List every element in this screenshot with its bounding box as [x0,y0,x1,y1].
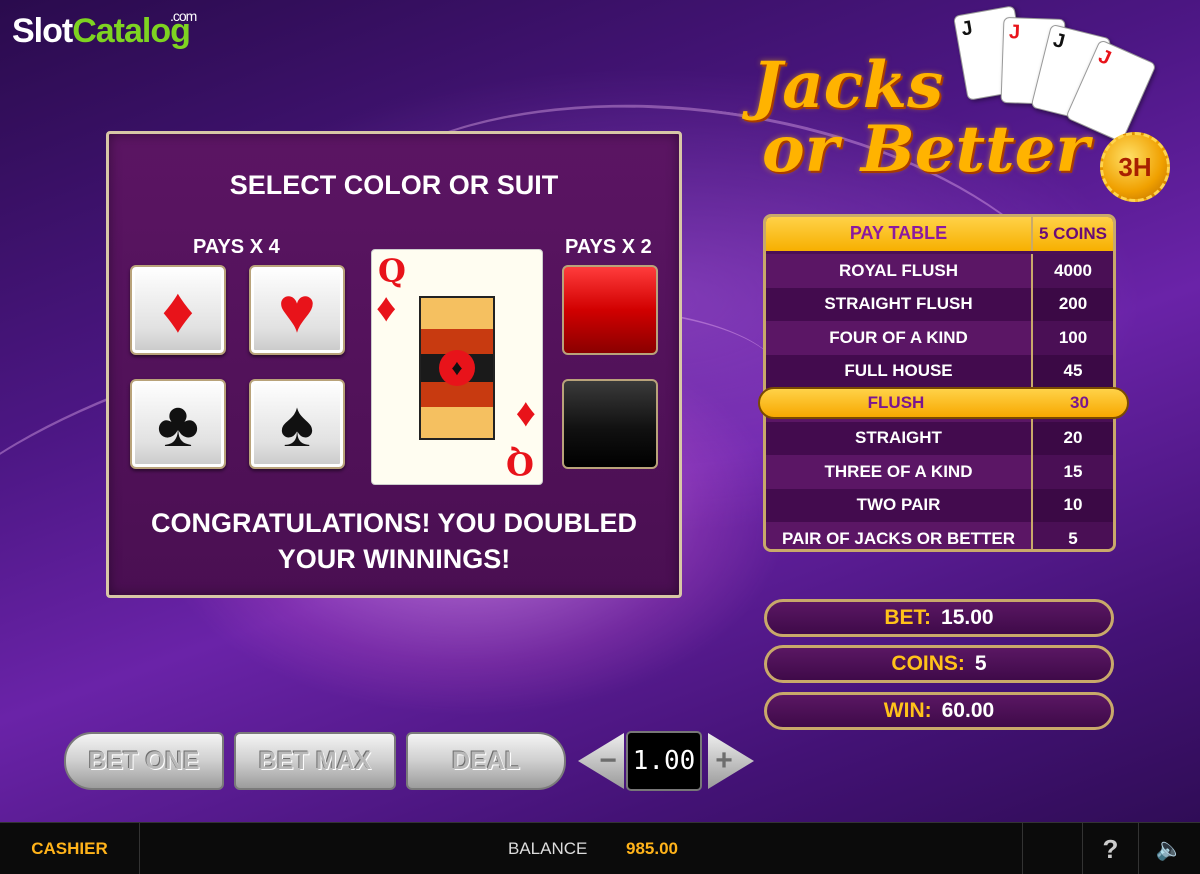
win-message: CONGRATULATIONS! YOU DOUBLED YOUR WINNIN… [109,505,679,577]
coins-value: 5 [974,652,987,675]
gamble-card: Q ♦ ♦ ♦ Q [371,249,543,485]
diamond-icon: ♦ [161,274,195,346]
pay-table-header-coins: 5 COINS [1031,217,1113,251]
win-label: WIN: [883,699,932,722]
bet-label: BET: [884,606,932,629]
help-button[interactable]: ? [1082,823,1138,874]
hand-name: TWO PAIR [766,488,1031,522]
bet-max-button[interactable]: BET MAX [234,732,396,790]
diamond-icon: ♦ [439,350,475,386]
pay-table-header-hand: PAY TABLE [766,217,1031,251]
pay-table-row: STRAIGHT 20 [766,421,1113,455]
game-logo: J J J J Jacks or Better 3H [752,5,1172,210]
pay-table-row: TWO PAIR 10 [766,488,1113,522]
card-rank-top: Q [378,252,406,290]
hand-payout: 5 [1031,522,1113,549]
black-color-button[interactable] [562,379,658,469]
game-badge: 3H [1100,132,1170,202]
hand-payout: 20 [1031,421,1113,455]
club-suit-button[interactable]: ♣ [130,379,226,469]
heart-icon: ♥ [278,274,316,346]
hand-payout: 100 [1031,321,1113,355]
gamble-title: SELECT COLOR OR SUIT [229,170,559,200]
hand-name: STRAIGHT [766,421,1031,455]
card-pip-top: ♦ [376,286,397,330]
balance-value: 985.00 [626,839,678,858]
cashier-button[interactable]: CASHIER [0,823,140,874]
spade-suit-button[interactable]: ♠ [249,379,345,469]
pay-table-row: FOUR OF A KIND 100 [766,321,1113,355]
pay-table-row: THREE OF A KIND 15 [766,455,1113,489]
win-display: WIN: 60.00 [764,692,1114,730]
hand-name: THREE OF A KIND [766,455,1031,489]
pay-table-highlight-row: FLUSH 30 [758,387,1129,419]
plus-icon: + [715,744,733,777]
heart-suit-button[interactable]: ♥ [249,265,345,355]
hand-name: STRAIGHT FLUSH [766,287,1031,321]
site-logo: SlotCatalog .com [12,8,197,51]
logo-word-slot: Slot [12,12,73,50]
hand-name: ROYAL FLUSH [766,254,1031,288]
club-icon: ♣ [157,388,199,460]
win-message-line1: CONGRATULATIONS! YOU DOUBLED [151,508,637,538]
pay-table-header: PAY TABLE 5 COINS [766,217,1113,251]
denomination-display: 1.00 [626,731,702,791]
win-value: 60.00 [941,699,995,722]
hand-name: PAIR OF JACKS OR BETTER [766,522,1031,549]
card-pip-bottom: ♦ [515,391,536,435]
queen-face-art: ♦ [419,296,495,440]
deal-button[interactable]: DEAL [406,732,566,790]
spade-icon: ♠ [280,388,314,460]
bet-value: 15.00 [941,606,994,629]
coins-display: COINS: 5 [764,645,1114,683]
win-message-line2: YOUR WINNINGS! [277,544,511,574]
pays-suit-label: PAYS X 4 [193,236,280,258]
speaker-icon: 🔈 [1155,836,1184,861]
sound-button[interactable]: 🔈 [1138,823,1200,874]
highlighted-hand-payout: 30 [1070,393,1089,412]
hand-payout: 200 [1031,287,1113,321]
game-title-line2: or Better [762,112,1090,187]
increase-denomination-button[interactable]: + [708,733,754,789]
red-color-button[interactable] [562,265,658,355]
gamble-panel: SELECT COLOR OR SUIT PAYS X 4 PAYS X 2 ♦… [106,131,682,598]
minus-icon: − [599,744,617,777]
pay-table-row: PAIR OF JACKS OR BETTER 5 [766,522,1113,549]
pay-table: PAY TABLE 5 COINS ROYAL FLUSH 4000 STRAIG… [763,214,1116,552]
pay-table-row: STRAIGHT FLUSH 200 [766,287,1113,321]
pays-color-label: PAYS X 2 [565,236,652,258]
highlighted-hand-name: FLUSH [867,393,925,412]
diamond-suit-button[interactable]: ♦ [130,265,226,355]
bet-display: BET: 15.00 [764,599,1114,637]
hand-name: FOUR OF A KIND [766,321,1031,355]
bet-one-button[interactable]: BET ONE [64,732,224,790]
pay-table-row: FULL HOUSE 45 [766,354,1113,388]
coins-label: COINS: [891,652,965,675]
logo-tld: .com [170,8,197,24]
hand-payout: 10 [1031,488,1113,522]
pay-table-row: ROYAL FLUSH 4000 [766,254,1113,288]
decrease-denomination-button[interactable]: − [578,733,624,789]
hand-payout: 15 [1031,455,1113,489]
hand-payout: 45 [1031,354,1113,388]
balance-label: BALANCE [508,839,588,858]
hand-name: FULL HOUSE [766,354,1031,388]
status-bar: CASHIER BALANCE 985.00 ? 🔈 [0,822,1200,874]
card-rank-bottom: Q [506,444,534,482]
status-divider [1022,823,1023,874]
hand-payout: 4000 [1031,254,1113,288]
